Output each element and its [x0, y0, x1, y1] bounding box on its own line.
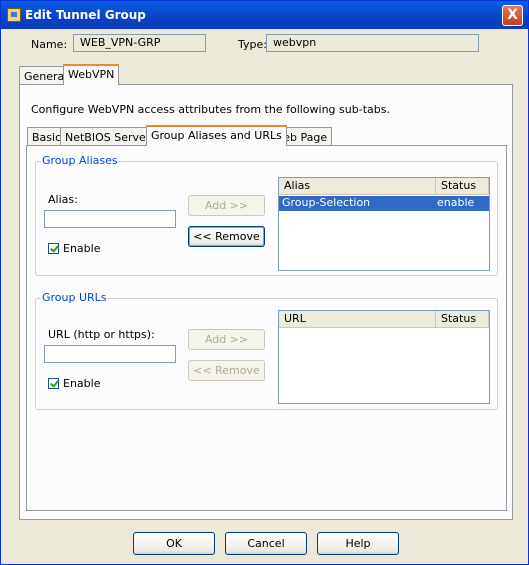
url-status-column-header[interactable]: Status [436, 311, 489, 328]
tab-group-aliases-urls[interactable]: Group Aliases and URLs [146, 125, 287, 146]
url-table[interactable]: URL Status [278, 310, 490, 404]
description-text: Configure WebVPN access attributes from … [31, 103, 390, 116]
title-bar: Edit Tunnel Group X [1, 1, 528, 29]
group-urls-title: Group URLs [41, 291, 108, 304]
cancel-button[interactable]: Cancel [225, 532, 307, 555]
help-button[interactable]: Help [317, 532, 399, 555]
type-field[interactable]: webvpn [266, 34, 479, 52]
alias-input[interactable] [44, 210, 176, 228]
app-icon [7, 8, 21, 22]
table-row[interactable]: Group-Selection enable [279, 196, 489, 211]
name-field[interactable]: WEB_VPN-GRP [73, 34, 206, 52]
ok-button[interactable]: OK [133, 532, 215, 555]
remove-alias-button[interactable]: << Remove [188, 226, 265, 247]
close-button[interactable]: X [502, 5, 523, 26]
url-enable-label: Enable [63, 377, 101, 390]
add-alias-button[interactable]: Add >> [188, 195, 265, 216]
name-label: Name: [31, 38, 68, 51]
alias-cell: Group-Selection [282, 196, 371, 209]
alias-enable-label: Enable [63, 242, 101, 255]
add-url-button[interactable]: Add >> [188, 329, 265, 350]
url-column-header[interactable]: URL [279, 311, 436, 328]
type-label: Type: [238, 38, 267, 51]
button-bar: OK Cancel Help [1, 521, 528, 564]
group-urls-box: Group URLs URL (http or https): Enable A… [35, 291, 498, 410]
alias-column-header[interactable]: Alias [279, 178, 436, 195]
status-column-header[interactable]: Status [436, 178, 489, 195]
edit-tunnel-group-dialog: Edit Tunnel Group X Name: WEB_VPN-GRP Ty… [0, 0, 529, 565]
status-cell: enable [437, 196, 475, 209]
group-aliases-box: Group Aliases Alias: Enable Add >> << Re… [35, 154, 498, 276]
url-table-header: URL Status [279, 311, 489, 328]
webvpn-panel: Configure WebVPN access attributes from … [19, 84, 513, 520]
url-input[interactable] [44, 345, 176, 363]
alias-table-header: Alias Status [279, 178, 489, 195]
alias-enable-checkbox[interactable] [48, 243, 59, 254]
group-aliases-urls-panel: Group Aliases Alias: Enable Add >> << Re… [26, 145, 507, 511]
alias-label: Alias: [48, 193, 78, 206]
url-label: URL (http or https): [48, 328, 155, 341]
tab-webvpn[interactable]: WebVPN [63, 64, 120, 85]
remove-url-button[interactable]: << Remove [188, 360, 265, 381]
group-aliases-title: Group Aliases [41, 154, 119, 167]
window-title: Edit Tunnel Group [25, 8, 146, 22]
url-enable-checkbox[interactable] [48, 378, 59, 389]
alias-table[interactable]: Alias Status Group-Selection enable [278, 177, 490, 271]
